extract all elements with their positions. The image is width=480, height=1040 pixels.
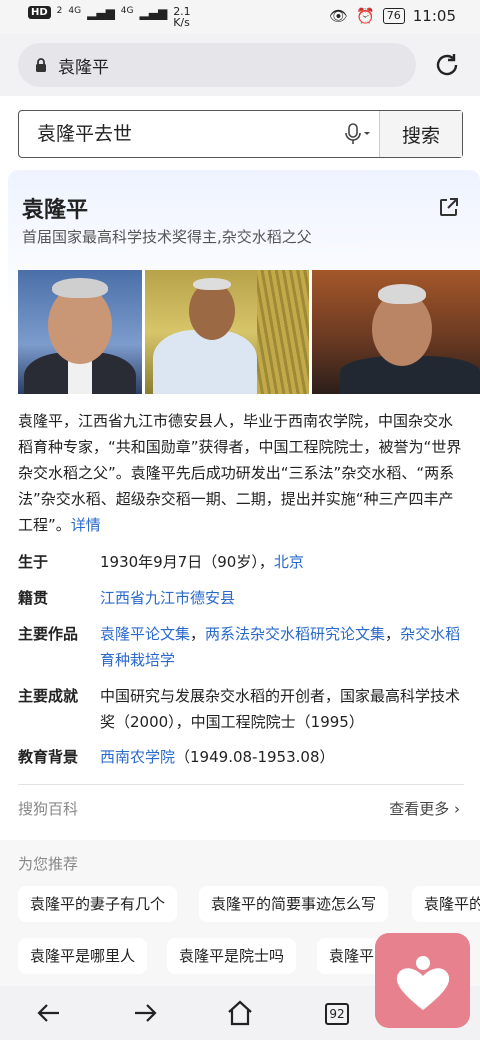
clock: 11:05: [412, 7, 456, 25]
education-period: （1949.08-1953.08）: [175, 748, 335, 766]
rice-field-photo[interactable]: [145, 270, 309, 394]
alarm-icon: ⏰: [356, 7, 375, 25]
heart-icon: [396, 955, 449, 1010]
search-box[interactable]: 袁隆平去世 搜索: [18, 110, 463, 158]
recommend-title: 为您推荐: [18, 855, 79, 873]
speed-unit: K/s: [173, 16, 190, 29]
forward-arrow-icon[interactable]: [130, 998, 160, 1028]
signal-bars-icon-2: ▂▄▆: [139, 6, 168, 20]
back-arrow-icon[interactable]: [34, 998, 64, 1028]
works-separator-1: ，: [190, 625, 206, 643]
signal-bars-icon: ▂▄▆: [87, 6, 115, 20]
home-icon[interactable]: [225, 998, 255, 1028]
portrait-photo-1[interactable]: [18, 270, 142, 394]
born-place-link[interactable]: 北京: [274, 553, 304, 571]
tabs-count-button[interactable]: 92: [325, 1003, 349, 1025]
view-more-link[interactable]: 查看更多 ›: [389, 798, 460, 819]
status-left: HD 2 4G ▂▄▆ 4G ▂▄▆ 2.1 K/s: [28, 6, 191, 28]
recommend-chip[interactable]: 袁隆平的: [412, 886, 480, 922]
card-subtitle: 首届国家最高科学技术奖得主,杂交水稻之父: [22, 228, 312, 246]
recommend-chip[interactable]: 袁隆平是院士吗: [167, 938, 297, 974]
hd-badge: HD: [28, 6, 51, 19]
works-label: 主要作品: [18, 625, 79, 643]
sim-number: 2: [56, 6, 63, 16]
born-label: 生于: [18, 553, 49, 571]
info-row-works: 主要作品 袁隆平论文集，两系法杂交水稻研究论文集，杂交水稻育种栽培学: [18, 621, 464, 673]
status-right: 👁 ⏰ 76 11:05: [329, 7, 456, 25]
search-button[interactable]: 搜索: [379, 111, 462, 157]
address-bar[interactable]: 袁隆平: [18, 43, 416, 87]
born-value: 1930年9月7日（90岁），北京: [100, 549, 464, 575]
achievement-value: 中国研究与发展杂交水稻的开创者，国家最高科学技术奖（2000），中国工程院院士（…: [100, 687, 461, 731]
works-link-1[interactable]: 袁隆平论文集: [100, 625, 190, 643]
divider: [18, 784, 464, 785]
view-more-text: 查看更多: [389, 800, 450, 818]
signal-2: 4G: [120, 6, 134, 16]
microphone-icon: [345, 123, 370, 144]
card-title[interactable]: 袁隆平: [22, 192, 88, 224]
works-value: 袁隆平论文集，两系法杂交水稻研究论文集，杂交水稻育种栽培学: [100, 621, 464, 673]
details-link[interactable]: 详情: [71, 516, 101, 534]
education-label: 教育背景: [18, 748, 79, 766]
origin-label: 籍贯: [18, 589, 49, 607]
address-text: 袁隆平: [58, 57, 109, 78]
achievement-label: 主要成就: [18, 687, 79, 705]
recommend-chip[interactable]: 袁隆平的简要事迹怎么写: [199, 886, 389, 922]
refresh-icon[interactable]: [432, 50, 462, 80]
search-input[interactable]: 袁隆平去世: [19, 111, 335, 157]
source-label[interactable]: 搜狗百科: [18, 798, 78, 819]
network-speed: 2.1 K/s: [173, 6, 191, 28]
floating-app-button[interactable]: [375, 933, 470, 1028]
info-row-achievement: 主要成就 中国研究与发展杂交水稻的开创者，国家最高科学技术奖（2000），中国工…: [18, 683, 464, 735]
education-value: 西南农学院（1949.08-1953.08）: [100, 744, 464, 770]
voice-search-button[interactable]: [335, 111, 379, 157]
works-separator-2: ，: [385, 625, 401, 643]
signal-1: 4G: [68, 6, 82, 16]
share-icon[interactable]: [438, 196, 460, 218]
eye-icon: 👁: [329, 7, 349, 25]
works-link-2[interactable]: 两系法杂交水稻研究论文集: [205, 625, 385, 643]
portrait-photo-2[interactable]: [312, 270, 480, 394]
chevron-right-icon: ›: [454, 800, 460, 818]
education-school-link[interactable]: 西南农学院: [100, 748, 175, 766]
recommend-chip[interactable]: 袁隆平的妻子有几个: [18, 886, 178, 922]
born-date: 1930年9月7日（90岁），: [100, 553, 274, 571]
recommend-chip[interactable]: 袁隆平是哪里人: [18, 938, 148, 974]
lock-icon: [36, 58, 46, 72]
battery-level: 76: [382, 8, 405, 24]
origin-link[interactable]: 江西省九江市德安县: [100, 585, 464, 611]
card-description: 袁隆平，江西省九江市德安县人，毕业于西南农学院，中国杂交水稻育种专家，“共和国勋…: [18, 408, 464, 538]
